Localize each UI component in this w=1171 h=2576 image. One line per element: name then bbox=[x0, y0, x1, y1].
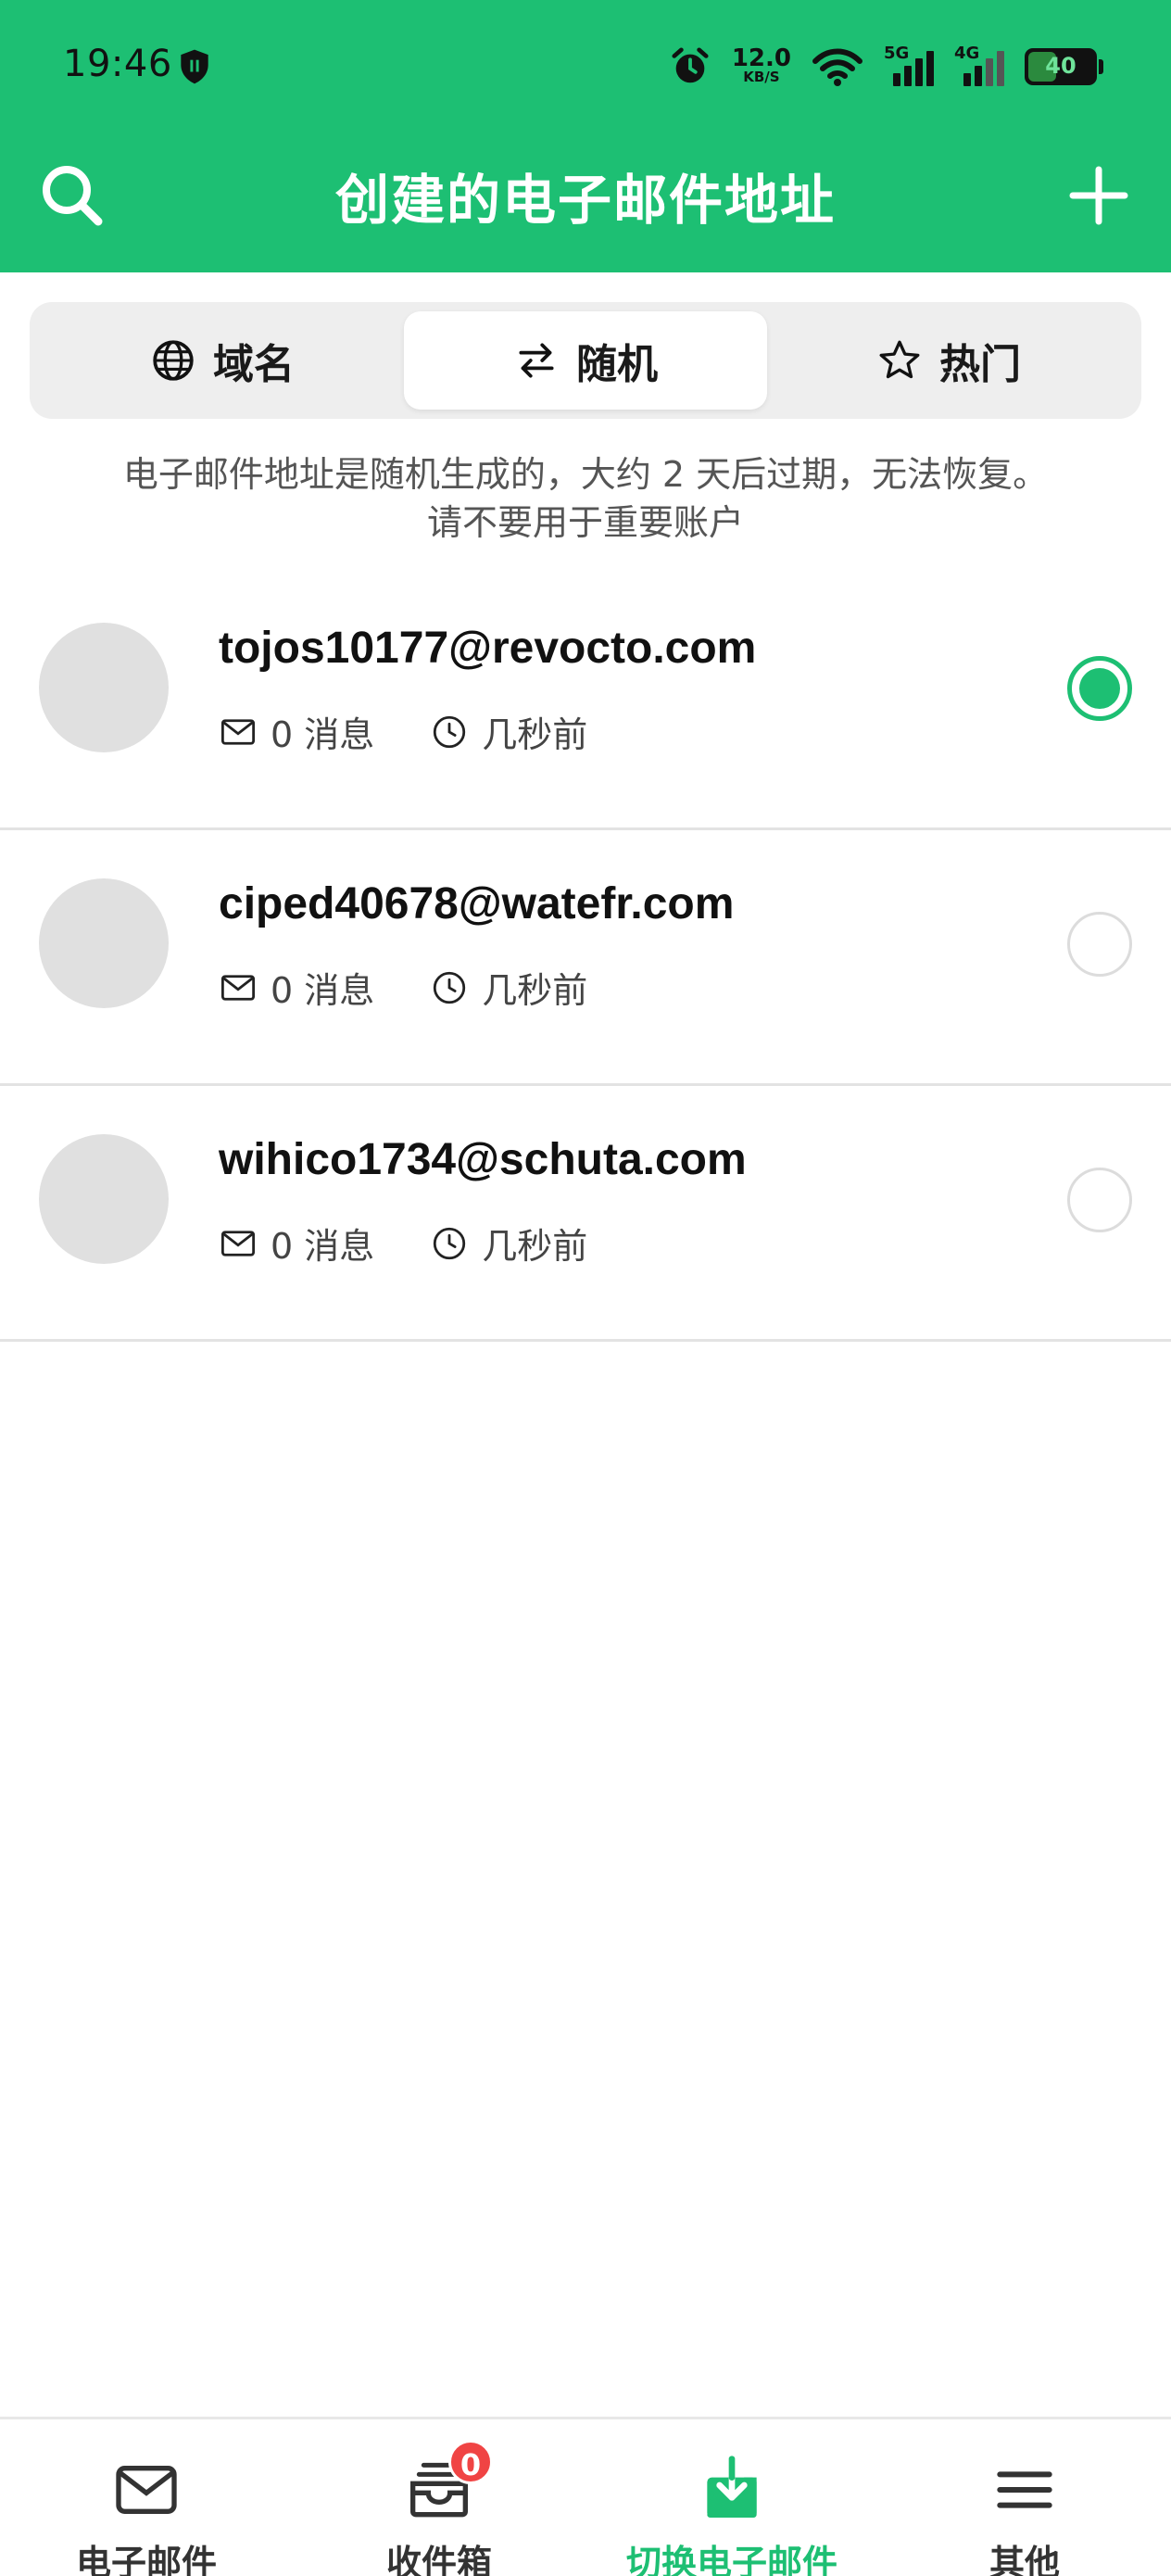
mail-icon bbox=[220, 974, 256, 1001]
status-bar: 19:46 12.0 KB/S 5G 4G 40 bbox=[0, 0, 1171, 134]
status-icons: 12.0 KB/S 5G 4G 40 bbox=[669, 41, 1103, 93]
add-icon[interactable] bbox=[1062, 158, 1136, 233]
select-radio[interactable] bbox=[1067, 656, 1132, 721]
page-title: 创建的电子邮件地址 bbox=[334, 169, 836, 232]
email-list: tojos10177@revocto.com 0 消息 几秒前 ciped406… bbox=[0, 575, 1171, 1342]
notice-text: 电子邮件地址是随机生成的，大约 2 天后过期，无法恢复。 请不要用于重要账户 bbox=[122, 454, 1049, 543]
avatar bbox=[39, 623, 169, 752]
wifi-icon bbox=[812, 48, 863, 86]
mode-tabs: 域名 随机 热门 bbox=[30, 302, 1141, 419]
star-icon bbox=[879, 340, 920, 379]
globe-icon bbox=[153, 340, 194, 381]
nav-item-email[interactable]: 电子邮件 bbox=[0, 2453, 293, 2576]
email-row[interactable]: wihico1734@schuta.com 0 消息 几秒前 bbox=[0, 1086, 1171, 1342]
tab-label: 热门 bbox=[939, 341, 1021, 388]
swap-icon bbox=[519, 343, 554, 378]
email-row[interactable]: ciped40678@watefr.com 0 消息 几秒前 bbox=[0, 830, 1171, 1086]
download-icon bbox=[707, 2456, 757, 2518]
email-address: wihico1734@schuta.com bbox=[219, 1135, 747, 1184]
created-time: 几秒前 bbox=[482, 970, 588, 1011]
nav-label: 收件箱 bbox=[385, 2543, 492, 2576]
email-meta: 0 消息 几秒前 bbox=[219, 1218, 643, 1269]
signal-sim1-icon: 5G bbox=[884, 44, 934, 90]
status-time: 19:46 bbox=[63, 43, 172, 85]
clock-icon bbox=[434, 715, 466, 748]
email-meta: 0 消息 几秒前 bbox=[219, 962, 643, 1013]
tab-domain[interactable]: 域名 bbox=[41, 311, 404, 410]
avatar bbox=[39, 878, 169, 1008]
net-speed: 12.0 KB/S bbox=[731, 44, 791, 85]
nav-item-other[interactable]: 其他 bbox=[878, 2453, 1171, 2576]
email-row[interactable]: tojos10177@revocto.com 0 消息 几秒前 bbox=[0, 575, 1171, 830]
clock-icon bbox=[434, 971, 466, 1004]
select-radio[interactable] bbox=[1067, 912, 1132, 977]
mail-icon bbox=[220, 1230, 256, 1256]
avatar bbox=[39, 1134, 169, 1264]
email-address: tojos10177@revocto.com bbox=[219, 624, 757, 673]
tab-label: 随机 bbox=[576, 341, 658, 388]
mail-icon bbox=[116, 2466, 177, 2514]
battery-icon: 40 bbox=[1025, 48, 1103, 85]
message-count: 0 消息 bbox=[271, 970, 375, 1011]
message-count: 0 消息 bbox=[271, 1226, 375, 1267]
signal-sim2-icon: 4G bbox=[954, 44, 1004, 90]
created-time: 几秒前 bbox=[482, 1226, 588, 1267]
bottom-nav: 电子邮件 0 收件箱 切换电子邮件 其他 bbox=[0, 2417, 1171, 2576]
mail-icon bbox=[220, 718, 256, 745]
email-address: ciped40678@watefr.com bbox=[219, 879, 735, 928]
nav-item-switch-email[interactable]: 切换电子邮件 bbox=[586, 2453, 878, 2576]
tab-label: 域名 bbox=[213, 341, 295, 388]
clock-icon bbox=[434, 1227, 466, 1259]
nav-item-inbox[interactable]: 0 收件箱 bbox=[293, 2440, 586, 2576]
unread-badge: 0 bbox=[448, 2440, 493, 2484]
shield-icon bbox=[181, 49, 208, 84]
app-bar: 创建的电子邮件地址 bbox=[0, 134, 1171, 272]
menu-icon bbox=[997, 2471, 1052, 2508]
header: 19:46 12.0 KB/S 5G 4G 40 创建的电子邮件地址 bbox=[0, 0, 1171, 272]
nav-label: 切换电子邮件 bbox=[625, 2543, 837, 2576]
alarm-icon bbox=[672, 47, 709, 83]
tab-random[interactable]: 随机 bbox=[404, 311, 767, 410]
nav-label: 其他 bbox=[988, 2543, 1060, 2576]
created-time: 几秒前 bbox=[482, 714, 588, 755]
message-count: 0 消息 bbox=[271, 714, 375, 755]
tab-popular[interactable]: 热门 bbox=[767, 311, 1130, 410]
nav-label: 电子邮件 bbox=[75, 2543, 217, 2576]
select-radio[interactable] bbox=[1067, 1168, 1132, 1232]
email-meta: 0 消息 几秒前 bbox=[219, 706, 643, 757]
